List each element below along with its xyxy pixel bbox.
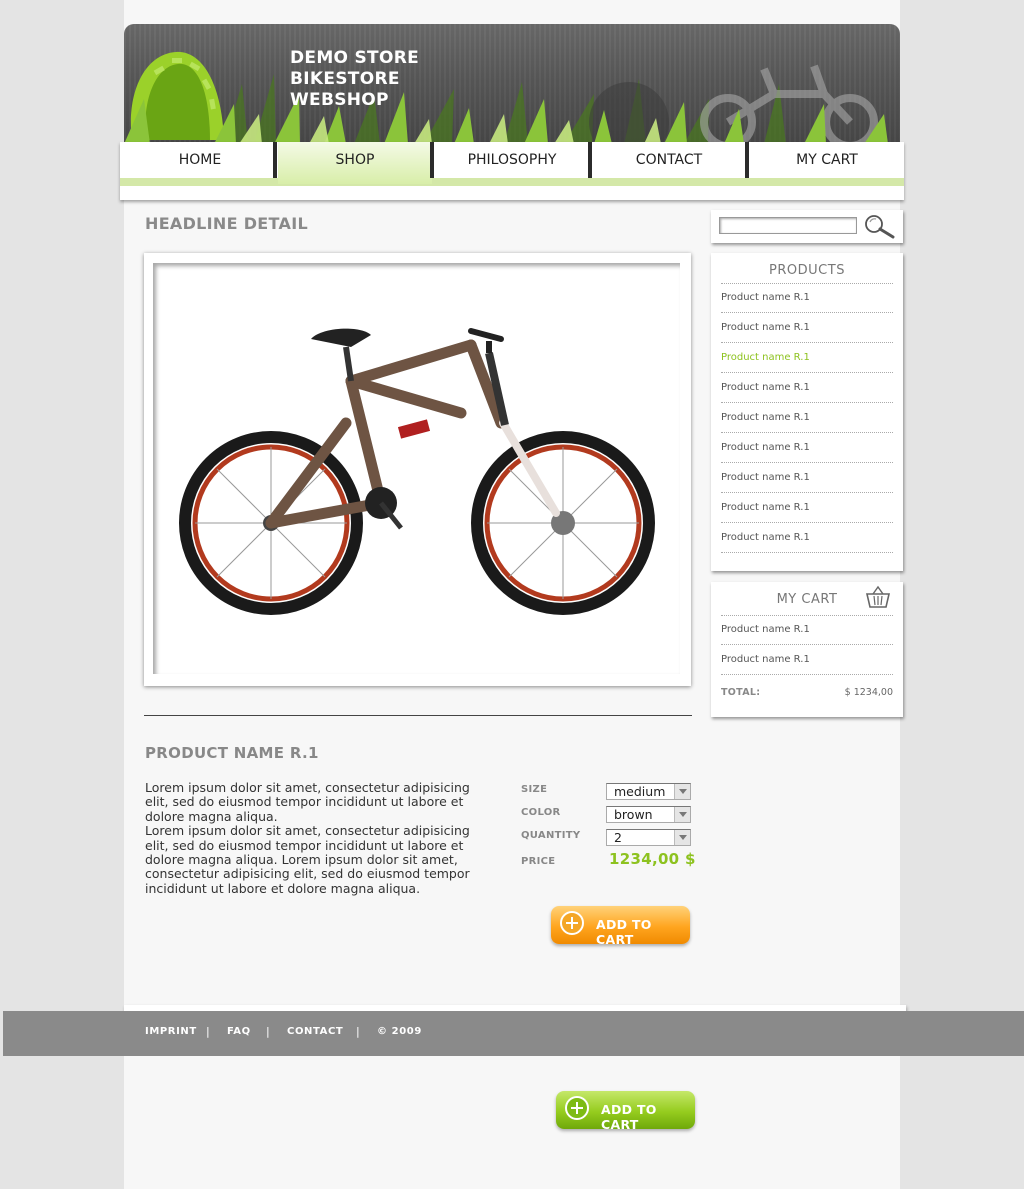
page-headline: HEADLINE DETAIL <box>145 214 308 233</box>
nav-item-shop[interactable]: SHOP <box>278 142 432 184</box>
product-description: Lorem ipsum dolor sit amet, consectetur … <box>145 780 495 896</box>
main-nav: HOME SHOP PHILOSOPHY CONTACT MY CART <box>120 142 904 200</box>
plus-circle-icon <box>560 911 584 935</box>
nav-item-contact[interactable]: CONTACT <box>592 142 746 178</box>
product-image[interactable] <box>153 263 680 674</box>
product-list-item[interactable]: Product name R.1 <box>721 283 893 313</box>
nav-item-my-cart[interactable]: MY CART <box>750 142 904 178</box>
product-list-item[interactable]: Product name R.1 <box>721 493 893 523</box>
footer-link-faq[interactable]: FAQ <box>227 1026 251 1037</box>
nav-divider <box>273 142 277 178</box>
search-icon[interactable] <box>864 214 896 240</box>
price-label: PRICE <box>521 856 556 867</box>
description-paragraph: Lorem ipsum dolor sit amet, consectetur … <box>145 780 470 824</box>
color-value: brown <box>614 807 653 822</box>
product-list-item[interactable]: Product name R.1 <box>721 523 893 553</box>
product-name: PRODUCT NAME R.1 <box>145 744 319 762</box>
store-title-line: DEMO STORE <box>290 48 420 68</box>
nav-divider <box>430 142 434 178</box>
quantity-select[interactable]: 2 <box>606 829 691 846</box>
store-title-line: WEBSHOP <box>290 90 389 110</box>
size-select[interactable]: medium <box>606 783 691 800</box>
product-list-item[interactable]: Product name R.1 <box>721 403 893 433</box>
search-box <box>711 210 903 243</box>
nav-divider <box>745 142 749 178</box>
store-title-line: BIKESTORE <box>290 69 400 89</box>
footer-separator: | <box>356 1025 360 1038</box>
products-title: PRODUCTS <box>769 263 845 278</box>
cart-box: MY CART Product name R.1 Product name R.… <box>711 582 903 717</box>
footer-link-imprint[interactable]: IMPRINT <box>145 1026 197 1037</box>
plus-circle-icon <box>565 1096 589 1120</box>
site-header: DEMO STORE BIKESTORE WEBSHOP <box>124 24 900 144</box>
product-list-item[interactable]: Product name R.1 <box>721 463 893 493</box>
store-title: DEMO STORE BIKESTORE WEBSHOP <box>290 48 419 111</box>
header-grass-illustration <box>124 51 888 144</box>
size-value: medium <box>614 784 666 799</box>
content-divider <box>144 715 692 716</box>
dropdown-arrow-icon[interactable] <box>674 830 690 845</box>
add-to-cart-label: ADD TO CART <box>596 917 652 947</box>
quantity-label: QUANTITY <box>521 830 581 841</box>
basket-icon[interactable] <box>865 585 891 609</box>
footer-link-contact[interactable]: CONTACT <box>287 1026 343 1037</box>
products-box: PRODUCTS Product name R.1 Product name R… <box>711 253 903 571</box>
add-to-cart-button-green[interactable]: ADD TO CART <box>556 1091 695 1132</box>
color-select[interactable]: brown <box>606 806 691 823</box>
color-label: COLOR <box>521 807 561 818</box>
dropdown-arrow-icon[interactable] <box>674 784 690 799</box>
quantity-value: 2 <box>614 830 622 845</box>
product-list-item[interactable]: Product name R.1 <box>721 313 893 343</box>
price-value: 1234,00 $ <box>609 850 696 868</box>
product-list-item[interactable]: Product name R.1 <box>721 433 893 463</box>
footer-separator: | <box>206 1025 210 1038</box>
nav-accent-bar <box>120 178 904 186</box>
cart-item[interactable]: Product name R.1 <box>721 615 893 645</box>
cart-total-value: $ 1234,00 <box>844 687 893 698</box>
search-input[interactable] <box>719 217 857 234</box>
cart-total-label: TOTAL: <box>721 687 761 698</box>
product-image-frame <box>144 253 691 686</box>
footer-copyright: © 2009 <box>377 1026 422 1037</box>
product-list-item-active[interactable]: Product name R.1 <box>721 343 893 373</box>
nav-item-philosophy[interactable]: PHILOSOPHY <box>435 142 589 178</box>
bike-illustration <box>179 328 655 615</box>
dropdown-arrow-icon[interactable] <box>674 807 690 822</box>
cart-item[interactable]: Product name R.1 <box>721 645 893 675</box>
description-paragraph: Lorem ipsum dolor sit amet, consectetur … <box>145 823 470 896</box>
add-to-cart-label: ADD TO CART <box>601 1102 657 1132</box>
size-label: SIZE <box>521 784 548 795</box>
footer-separator: | <box>266 1025 270 1038</box>
nav-item-home[interactable]: HOME <box>123 142 277 178</box>
product-list-item[interactable]: Product name R.1 <box>721 373 893 403</box>
add-to-cart-button[interactable]: ADD TO CART <box>551 906 690 947</box>
